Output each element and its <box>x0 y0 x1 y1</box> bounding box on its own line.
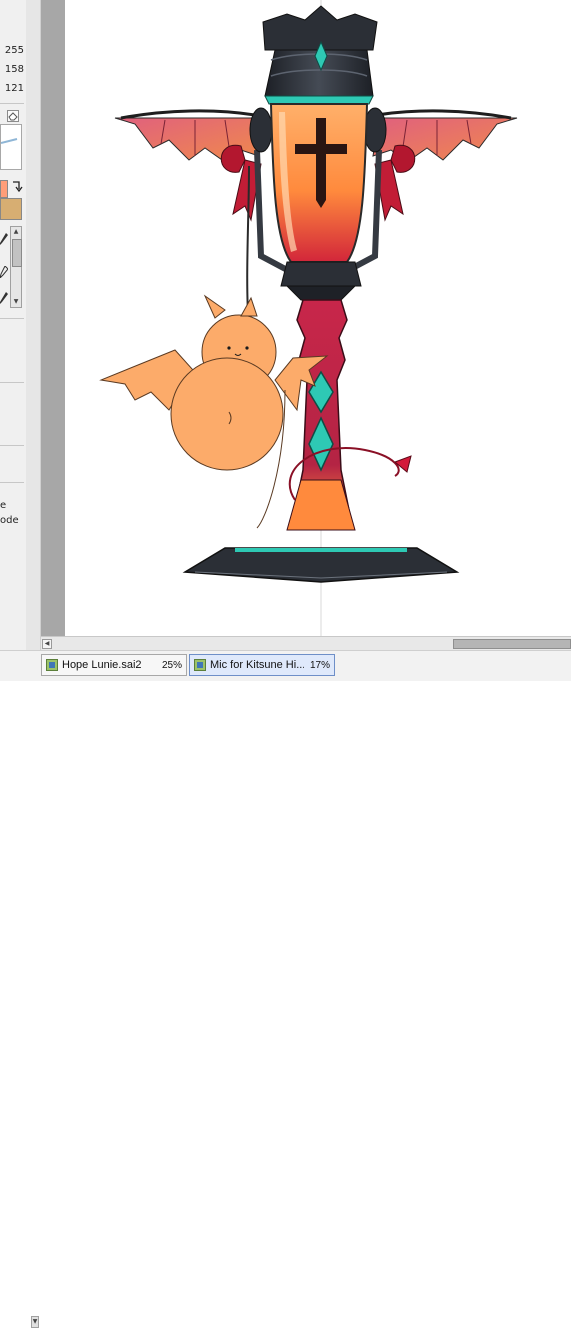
panel-divider <box>0 445 24 446</box>
scroll-thumb[interactable] <box>12 239 22 267</box>
horizontal-scrollbar[interactable]: ◀ <box>41 636 571 651</box>
main-color-swatch[interactable] <box>0 180 8 198</box>
microphone-body <box>269 103 369 263</box>
scroll-up-arrow[interactable]: ▲ <box>12 228 20 236</box>
brush-stroke-preview <box>0 138 18 144</box>
scroll-left-arrow[interactable]: ◀ <box>42 639 52 649</box>
crown-cap <box>262 5 378 105</box>
tool-list-scrollbar[interactable]: ▲ ▼ <box>10 226 22 308</box>
green-value[interactable]: 158 <box>0 64 24 75</box>
tab-name: Mic for Kitsune Hi... <box>210 659 304 671</box>
microphone-stem <box>286 299 356 531</box>
mascot-ears <box>203 294 258 319</box>
panel-divider <box>0 482 24 483</box>
tab-name: Hope Lunie.sai2 <box>62 659 142 671</box>
scroll-down-arrow[interactable]: ▼ <box>12 298 20 306</box>
sub-color-swatch[interactable] <box>0 198 22 220</box>
left-pivot-knob <box>249 107 273 153</box>
bat-creature-mascot <box>99 294 329 529</box>
canvas-margin <box>41 0 65 636</box>
document-tab-bar: ▼ Hope Lunie.sai2 25% Mic for Kitsune Hi… <box>0 650 571 1328</box>
microphone-artwork <box>99 0 518 636</box>
blue-value[interactable]: 121 <box>0 83 24 94</box>
tab-zoom-level: 25% <box>161 659 182 671</box>
sai-document-icon <box>194 659 206 671</box>
color-preview-box[interactable] <box>0 124 22 170</box>
panel-divider <box>0 382 24 383</box>
tab-zoom-level: 17% <box>309 659 330 671</box>
marker-tool-icon[interactable] <box>0 292 8 307</box>
option-label-truncated[interactable]: ode <box>0 515 19 526</box>
tab-mic-for-kitsune[interactable]: Mic for Kitsune Hi... 17% <box>189 654 335 676</box>
collar-spike-ring <box>285 285 357 301</box>
mascot-body <box>170 357 284 471</box>
brush-tool-icon[interactable] <box>0 265 9 281</box>
horizontal-scroll-thumb[interactable] <box>453 639 571 649</box>
swap-arrows-icon[interactable] <box>11 180 23 194</box>
panel-splitter[interactable] <box>26 0 41 650</box>
pen-tool-icon[interactable] <box>0 233 8 248</box>
collar-ring <box>280 261 362 287</box>
panel-divider <box>0 318 24 319</box>
option-label-truncated[interactable]: e <box>0 500 6 511</box>
drawing-canvas[interactable] <box>65 0 571 636</box>
tab-scroll-down-arrow[interactable]: ▼ <box>31 1316 39 1328</box>
tool-panel: 255 158 121 ▲ ▼ e ode <box>0 0 27 650</box>
panel-divider <box>0 103 24 104</box>
sai-document-icon <box>46 659 58 671</box>
eraser-icon[interactable] <box>7 110 19 122</box>
red-value[interactable]: 255 <box>0 45 24 56</box>
tail-tip <box>394 455 412 473</box>
tab-hope-lunie[interactable]: Hope Lunie.sai2 25% <box>41 654 187 676</box>
microphone-base <box>182 547 460 583</box>
